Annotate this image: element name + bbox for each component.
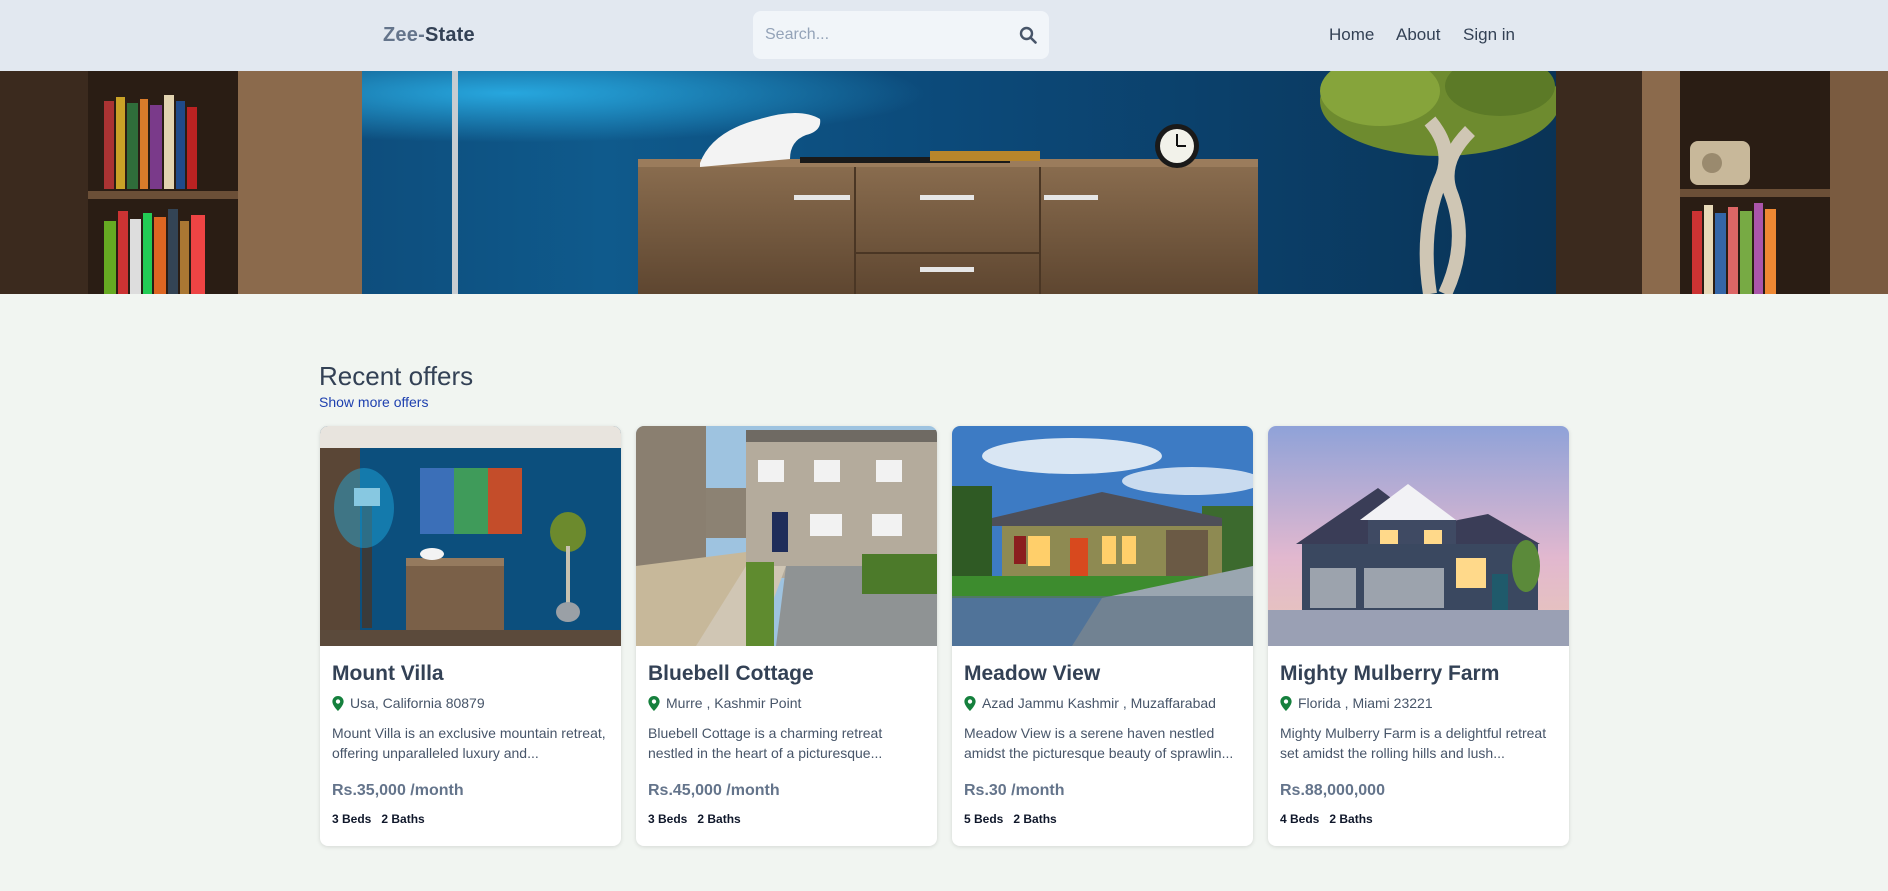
listing-description: Mighty Mulberry Farm is a delightful ret… (1280, 725, 1547, 761)
listing-features: 3 Beds 2 Baths (332, 812, 425, 826)
listing-card[interactable]: Mount Villa Usa, California 80879 Mount … (320, 426, 621, 846)
listing-features: 5 Beds 2 Baths (964, 812, 1057, 826)
listing-card[interactable]: Meadow View Azad Jammu Kashmir , Muzaffa… (952, 426, 1253, 846)
listing-description: Bluebell Cottage is a charming retreat n… (648, 725, 883, 761)
listing-card[interactable]: Bluebell Cottage Murre , Kashmir Point B… (636, 426, 937, 846)
listing-baths: 2 Baths (1329, 812, 1373, 826)
listing-location-text: Murre , Kashmir Point (666, 695, 802, 711)
nav-link-about[interactable]: About (1396, 25, 1440, 45)
section-title: Recent offers (319, 361, 474, 391)
listing-location-text: Azad Jammu Kashmir , Muzaffarabad (982, 695, 1216, 711)
listing-location: Usa, California 80879 (332, 695, 485, 711)
listing-baths: 2 Baths (1013, 812, 1057, 826)
listing-card[interactable]: Mighty Mulberry Farm Florida , Miami 232… (1268, 426, 1569, 846)
site-logo[interactable]: Zee-State (383, 24, 475, 47)
nav-link-home[interactable]: Home (1329, 25, 1374, 45)
map-pin-icon (964, 695, 976, 711)
listing-title[interactable]: Meadow View (964, 662, 1100, 686)
listing-baths: 2 Baths (697, 812, 741, 826)
listing-description: Meadow View is a serene haven nestled am… (964, 725, 1234, 761)
search-form (753, 11, 1049, 59)
listing-features: 3 Beds 2 Baths (648, 812, 741, 826)
listing-baths: 2 Baths (381, 812, 425, 826)
listing-beds: 5 Beds (964, 812, 1004, 826)
listing-location-text: Usa, California 80879 (350, 695, 485, 711)
listing-image[interactable] (636, 426, 937, 646)
listing-beds: 3 Beds (648, 812, 688, 826)
listing-image[interactable] (1268, 426, 1569, 646)
listing-price: Rs.30 /month (964, 782, 1065, 799)
listing-price: Rs.35,000 /month (332, 782, 464, 799)
show-more-offers-link[interactable]: Show more offers (319, 394, 428, 410)
listing-features: 4 Beds 2 Baths (1280, 812, 1373, 826)
listing-beds: 3 Beds (332, 812, 372, 826)
listing-image[interactable] (952, 426, 1253, 646)
top-navbar: Zee-State Home About Sign in (0, 0, 1888, 71)
map-pin-icon (1280, 695, 1292, 711)
listing-beds: 4 Beds (1280, 812, 1320, 826)
map-pin-icon (648, 695, 660, 711)
map-pin-icon (332, 695, 344, 711)
listing-price: Rs.45,000 /month (648, 782, 780, 799)
listing-title[interactable]: Bluebell Cottage (648, 662, 814, 686)
listing-title[interactable]: Mighty Mulberry Farm (1280, 662, 1499, 686)
nav-link-sign-in[interactable]: Sign in (1463, 25, 1515, 45)
listing-location: Murre , Kashmir Point (648, 695, 801, 711)
listing-description: Mount Villa is an exclusive mountain ret… (332, 725, 606, 761)
listing-price: Rs.88,000,000 (1280, 782, 1385, 799)
listing-location: Azad Jammu Kashmir , Muzaffarabad (964, 695, 1216, 711)
listing-location: Florida , Miami 23221 (1280, 695, 1433, 711)
search-input[interactable] (765, 11, 1015, 59)
listing-title[interactable]: Mount Villa (332, 662, 444, 686)
hero-banner-image (0, 71, 1888, 294)
listing-location-text: Florida , Miami 23221 (1298, 695, 1433, 711)
listing-image[interactable] (320, 426, 621, 646)
search-icon[interactable] (1019, 26, 1037, 44)
